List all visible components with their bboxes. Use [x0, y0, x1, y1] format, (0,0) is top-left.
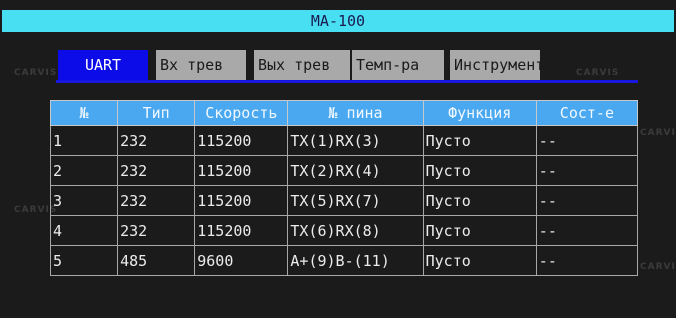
cell-pin: TX(2)RX(4): [287, 155, 424, 186]
column-header-speed: Скорость: [194, 100, 289, 126]
cell-speed[interactable]: 9600: [194, 245, 289, 276]
table-row[interactable]: 5 485 9600 A+(9)B-(11) Пусто --: [49, 245, 639, 276]
tab-tools[interactable]: Инструменты: [450, 50, 553, 80]
column-header-function: Функция: [422, 100, 537, 126]
column-header-type: Тип: [117, 100, 196, 126]
cell-state: --: [535, 245, 639, 276]
watermark: CARVIS: [640, 128, 676, 138]
table-header-row: № Тип Скорость № пина Функция Сост-е: [49, 100, 639, 126]
uart-table: № Тип Скорость № пина Функция Сост-е 1 2…: [49, 100, 639, 276]
cell-function[interactable]: Пусто: [422, 125, 537, 156]
cell-type[interactable]: 232: [117, 125, 196, 156]
cell-speed[interactable]: 115200: [194, 155, 289, 186]
cell-number: 4: [49, 215, 119, 246]
cell-number: 5: [49, 245, 119, 276]
cell-function[interactable]: Пусто: [422, 185, 537, 216]
tab-alarm-out[interactable]: Вых трев: [254, 50, 350, 80]
cell-number: 1: [49, 125, 119, 156]
cell-type[interactable]: 232: [117, 215, 196, 246]
cell-pin: TX(1)RX(3): [287, 125, 424, 156]
window-title: MA-100: [2, 10, 674, 32]
cell-speed[interactable]: 115200: [194, 185, 289, 216]
tab-uart[interactable]: UART: [58, 50, 148, 80]
cell-function[interactable]: Пусто: [422, 155, 537, 186]
watermark: CARVIS: [640, 262, 676, 272]
tab-underline: [56, 80, 638, 83]
watermark: CARVIS: [576, 68, 620, 78]
cell-state: --: [535, 125, 639, 156]
watermark: CARVIS: [14, 68, 58, 78]
cell-type[interactable]: 232: [117, 155, 196, 186]
tab-alarm-in[interactable]: Вх трев: [156, 50, 246, 80]
table-row[interactable]: 3 232 115200 TX(5)RX(7) Пусто --: [49, 185, 639, 216]
column-header-number: №: [49, 100, 119, 126]
cell-state: --: [535, 215, 639, 246]
cell-speed[interactable]: 115200: [194, 215, 289, 246]
column-header-pin: № пина: [287, 100, 424, 126]
table-row[interactable]: 4 232 115200 TX(6)RX(8) Пусто --: [49, 215, 639, 246]
cell-pin: TX(5)RX(7): [287, 185, 424, 216]
column-header-state: Сост-е: [535, 100, 639, 126]
cell-type[interactable]: 485: [117, 245, 196, 276]
cell-speed[interactable]: 115200: [194, 125, 289, 156]
cell-state: --: [535, 155, 639, 186]
cell-number: 2: [49, 155, 119, 186]
cell-pin: TX(6)RX(8): [287, 215, 424, 246]
dialog-window: MA-100 UART Вх трев Вых трев Темп-ра Инс…: [0, 0, 676, 318]
cell-state: --: [535, 185, 639, 216]
cell-number: 3: [49, 185, 119, 216]
table-row[interactable]: 2 232 115200 TX(2)RX(4) Пусто --: [49, 155, 639, 186]
cell-type[interactable]: 232: [117, 185, 196, 216]
table-row[interactable]: 1 232 115200 TX(1)RX(3) Пусто --: [49, 125, 639, 156]
cell-function[interactable]: Пусто: [422, 245, 537, 276]
tab-temperature[interactable]: Темп-ра: [352, 50, 444, 80]
cell-pin: A+(9)B-(11): [287, 245, 424, 276]
cell-function[interactable]: Пусто: [422, 215, 537, 246]
